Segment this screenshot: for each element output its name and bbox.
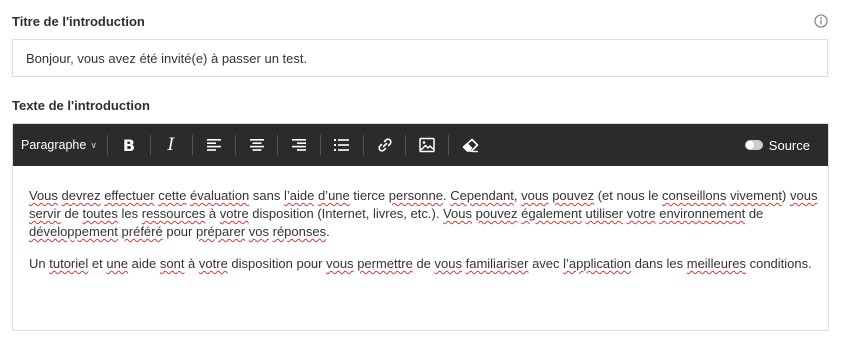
align-center-button[interactable] [245, 124, 269, 166]
spellcheck-word: votre [626, 206, 656, 221]
title-field-label: Titre de l'introduction [12, 14, 145, 29]
image-icon [419, 137, 435, 153]
spellcheck-word: préparer [195, 224, 246, 239]
source-label: Source [768, 137, 810, 153]
spellcheck-word: servir [29, 206, 61, 221]
align-center-icon [250, 139, 264, 151]
spellcheck-word: vivement [730, 188, 783, 203]
insert-image-button[interactable] [415, 124, 439, 166]
align-right-icon [292, 139, 306, 151]
spellcheck-word: préféré [121, 224, 163, 239]
rich-text-editor: Paragraphe ∨ B I Source Vous devrez effe… [12, 123, 829, 331]
source-toggle[interactable]: Source [744, 124, 810, 166]
spellcheck-word: environnement [659, 206, 746, 221]
spellcheck-word: une [106, 256, 129, 271]
editor-toolbar: Paragraphe ∨ B I Source [13, 124, 828, 166]
spellcheck-word: réponses [272, 224, 327, 239]
spellcheck-word: également [521, 206, 582, 221]
toolbar-divider [277, 135, 278, 155]
chevron-down-icon: ∨ [90, 139, 97, 150]
bulleted-list-button[interactable] [329, 124, 353, 166]
bold-button[interactable]: B [117, 124, 141, 166]
spellcheck-word: Vous [29, 188, 58, 203]
spellcheck-word: ressources [141, 206, 206, 221]
spellcheck-word: l’aide [283, 188, 315, 203]
toolbar-divider [235, 135, 236, 155]
italic-button[interactable]: I [159, 124, 183, 166]
toolbar-divider [320, 135, 321, 155]
spellcheck-word: pouvez [475, 206, 518, 221]
paragraph-format-dropdown[interactable]: Paragraphe ∨ [21, 124, 101, 166]
info-circle-icon[interactable] [814, 14, 828, 28]
spellcheck-word: vous [521, 188, 549, 203]
align-right-button[interactable] [287, 124, 311, 166]
spellcheck-word: votre [198, 256, 228, 271]
spellcheck-word: conseillons [662, 188, 727, 203]
toolbar-divider [150, 135, 151, 155]
spellcheck-word: toutes [82, 206, 118, 221]
spellcheck-word: évaluation [190, 188, 250, 203]
eraser-icon [462, 138, 478, 152]
title-field[interactable] [12, 39, 828, 77]
spellcheck-word: pouvez [552, 188, 595, 203]
content-paragraph: Vous devrez effectuer cette évaluation s… [29, 188, 818, 239]
spellcheck-word: l’application [563, 256, 632, 271]
spellcheck-word: meilleures [686, 256, 746, 271]
link-button[interactable] [373, 124, 397, 166]
spellcheck-word: vous [434, 256, 462, 271]
editor-content[interactable]: Vous devrez effectuer cette évaluation s… [29, 187, 819, 287]
spellcheck-word: tutoriel [49, 256, 89, 271]
toolbar-divider [363, 135, 364, 155]
toolbar-divider [107, 135, 108, 155]
bold-icon: B [122, 135, 136, 155]
spellcheck-word: vous [789, 188, 818, 203]
italic-icon: I [167, 135, 175, 155]
paragraph-format-label: Paragraphe [21, 138, 87, 152]
spellcheck-word: sont [159, 256, 185, 271]
toolbar-divider [448, 135, 449, 155]
spellcheck-word: devrez [61, 188, 101, 203]
align-left-icon [207, 139, 221, 151]
spellcheck-word: votre [219, 206, 249, 221]
spellcheck-word: permettre [357, 256, 413, 271]
toolbar-divider [405, 135, 406, 155]
link-icon [378, 138, 392, 152]
spellcheck-word: développement [29, 224, 118, 239]
spellcheck-word: familiariser [465, 256, 529, 271]
spellcheck-word: Cependant [450, 188, 514, 203]
spellcheck-word: d’une [317, 188, 350, 203]
align-left-button[interactable] [202, 124, 226, 166]
text-field-label: Texte de l'introduction [12, 98, 150, 113]
spellcheck-word: vos [248, 224, 269, 239]
spellcheck-word: effectuer [104, 188, 155, 203]
toggle-icon [744, 140, 763, 150]
remove-format-button[interactable] [458, 124, 482, 166]
title-input[interactable] [13, 40, 827, 76]
spellcheck-word: personne [388, 188, 443, 203]
bulleted-list-icon [333, 139, 349, 151]
spellcheck-word: vous [326, 256, 354, 271]
toolbar-divider [192, 135, 193, 155]
content-paragraph: Un tutoriel et une aide sont à votre dis… [29, 256, 812, 271]
spellcheck-word: cette [158, 188, 187, 203]
spellcheck-word: Vous [443, 206, 472, 221]
spellcheck-word: utiliser [585, 206, 624, 221]
